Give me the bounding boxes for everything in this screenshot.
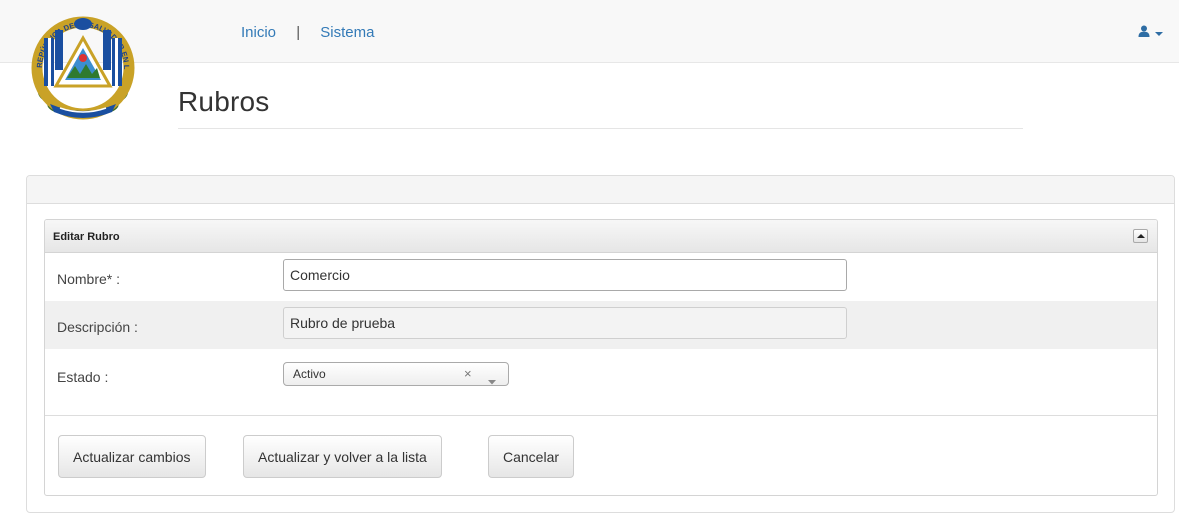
- chevron-down-icon[interactable]: [488, 372, 496, 390]
- form-row-estado: Estado : Activo ×: [45, 349, 1157, 397]
- edit-rubro-form: Editar Rubro Nombre* : Descripción : Est…: [44, 219, 1158, 496]
- update-button[interactable]: Actualizar cambios: [58, 435, 206, 478]
- caret-down-icon: [1155, 24, 1163, 42]
- form-actions-divider: [45, 415, 1157, 416]
- outer-panel: Editar Rubro Nombre* : Descripción : Est…: [26, 175, 1175, 513]
- form-section-header: Editar Rubro: [45, 220, 1157, 253]
- main-nav: Inicio | Sistema: [241, 24, 374, 41]
- form-row-nombre: Nombre* :: [45, 253, 1157, 301]
- user-icon: [1138, 24, 1150, 42]
- coat-of-arms-logo: REPÚBLICA DE EL SALVADOR EN LA AMÉRICA C…: [17, 1, 146, 128]
- estado-label: Estado :: [57, 369, 109, 385]
- collapse-section-button[interactable]: [1133, 229, 1148, 243]
- estado-selected-value: Activo: [293, 367, 326, 381]
- cancel-button[interactable]: Cancelar: [488, 435, 575, 478]
- descripcion-label: Descripción :: [57, 319, 138, 335]
- clear-selection-icon[interactable]: ×: [464, 366, 472, 381]
- top-navbar: Inicio | Sistema: [0, 0, 1179, 63]
- nav-link-sistema[interactable]: Sistema: [320, 24, 374, 41]
- outer-panel-heading: [27, 176, 1174, 204]
- nombre-label: Nombre* :: [57, 271, 121, 287]
- estado-select[interactable]: Activo ×: [283, 362, 509, 386]
- descripcion-input[interactable]: [283, 307, 847, 339]
- form-section-title: Editar Rubro: [53, 231, 120, 243]
- form-row-descripcion: Descripción :: [45, 301, 1157, 349]
- nav-link-inicio[interactable]: Inicio: [241, 24, 276, 41]
- nav-separator: |: [296, 24, 301, 41]
- page-title: Rubros: [178, 86, 270, 117]
- triangle-up-icon: [1137, 234, 1145, 238]
- update-and-return-button[interactable]: Actualizar y volver a la lista: [243, 435, 442, 478]
- nombre-input[interactable]: [283, 259, 847, 291]
- title-divider: [178, 128, 1023, 129]
- user-menu-toggle[interactable]: [1138, 24, 1163, 42]
